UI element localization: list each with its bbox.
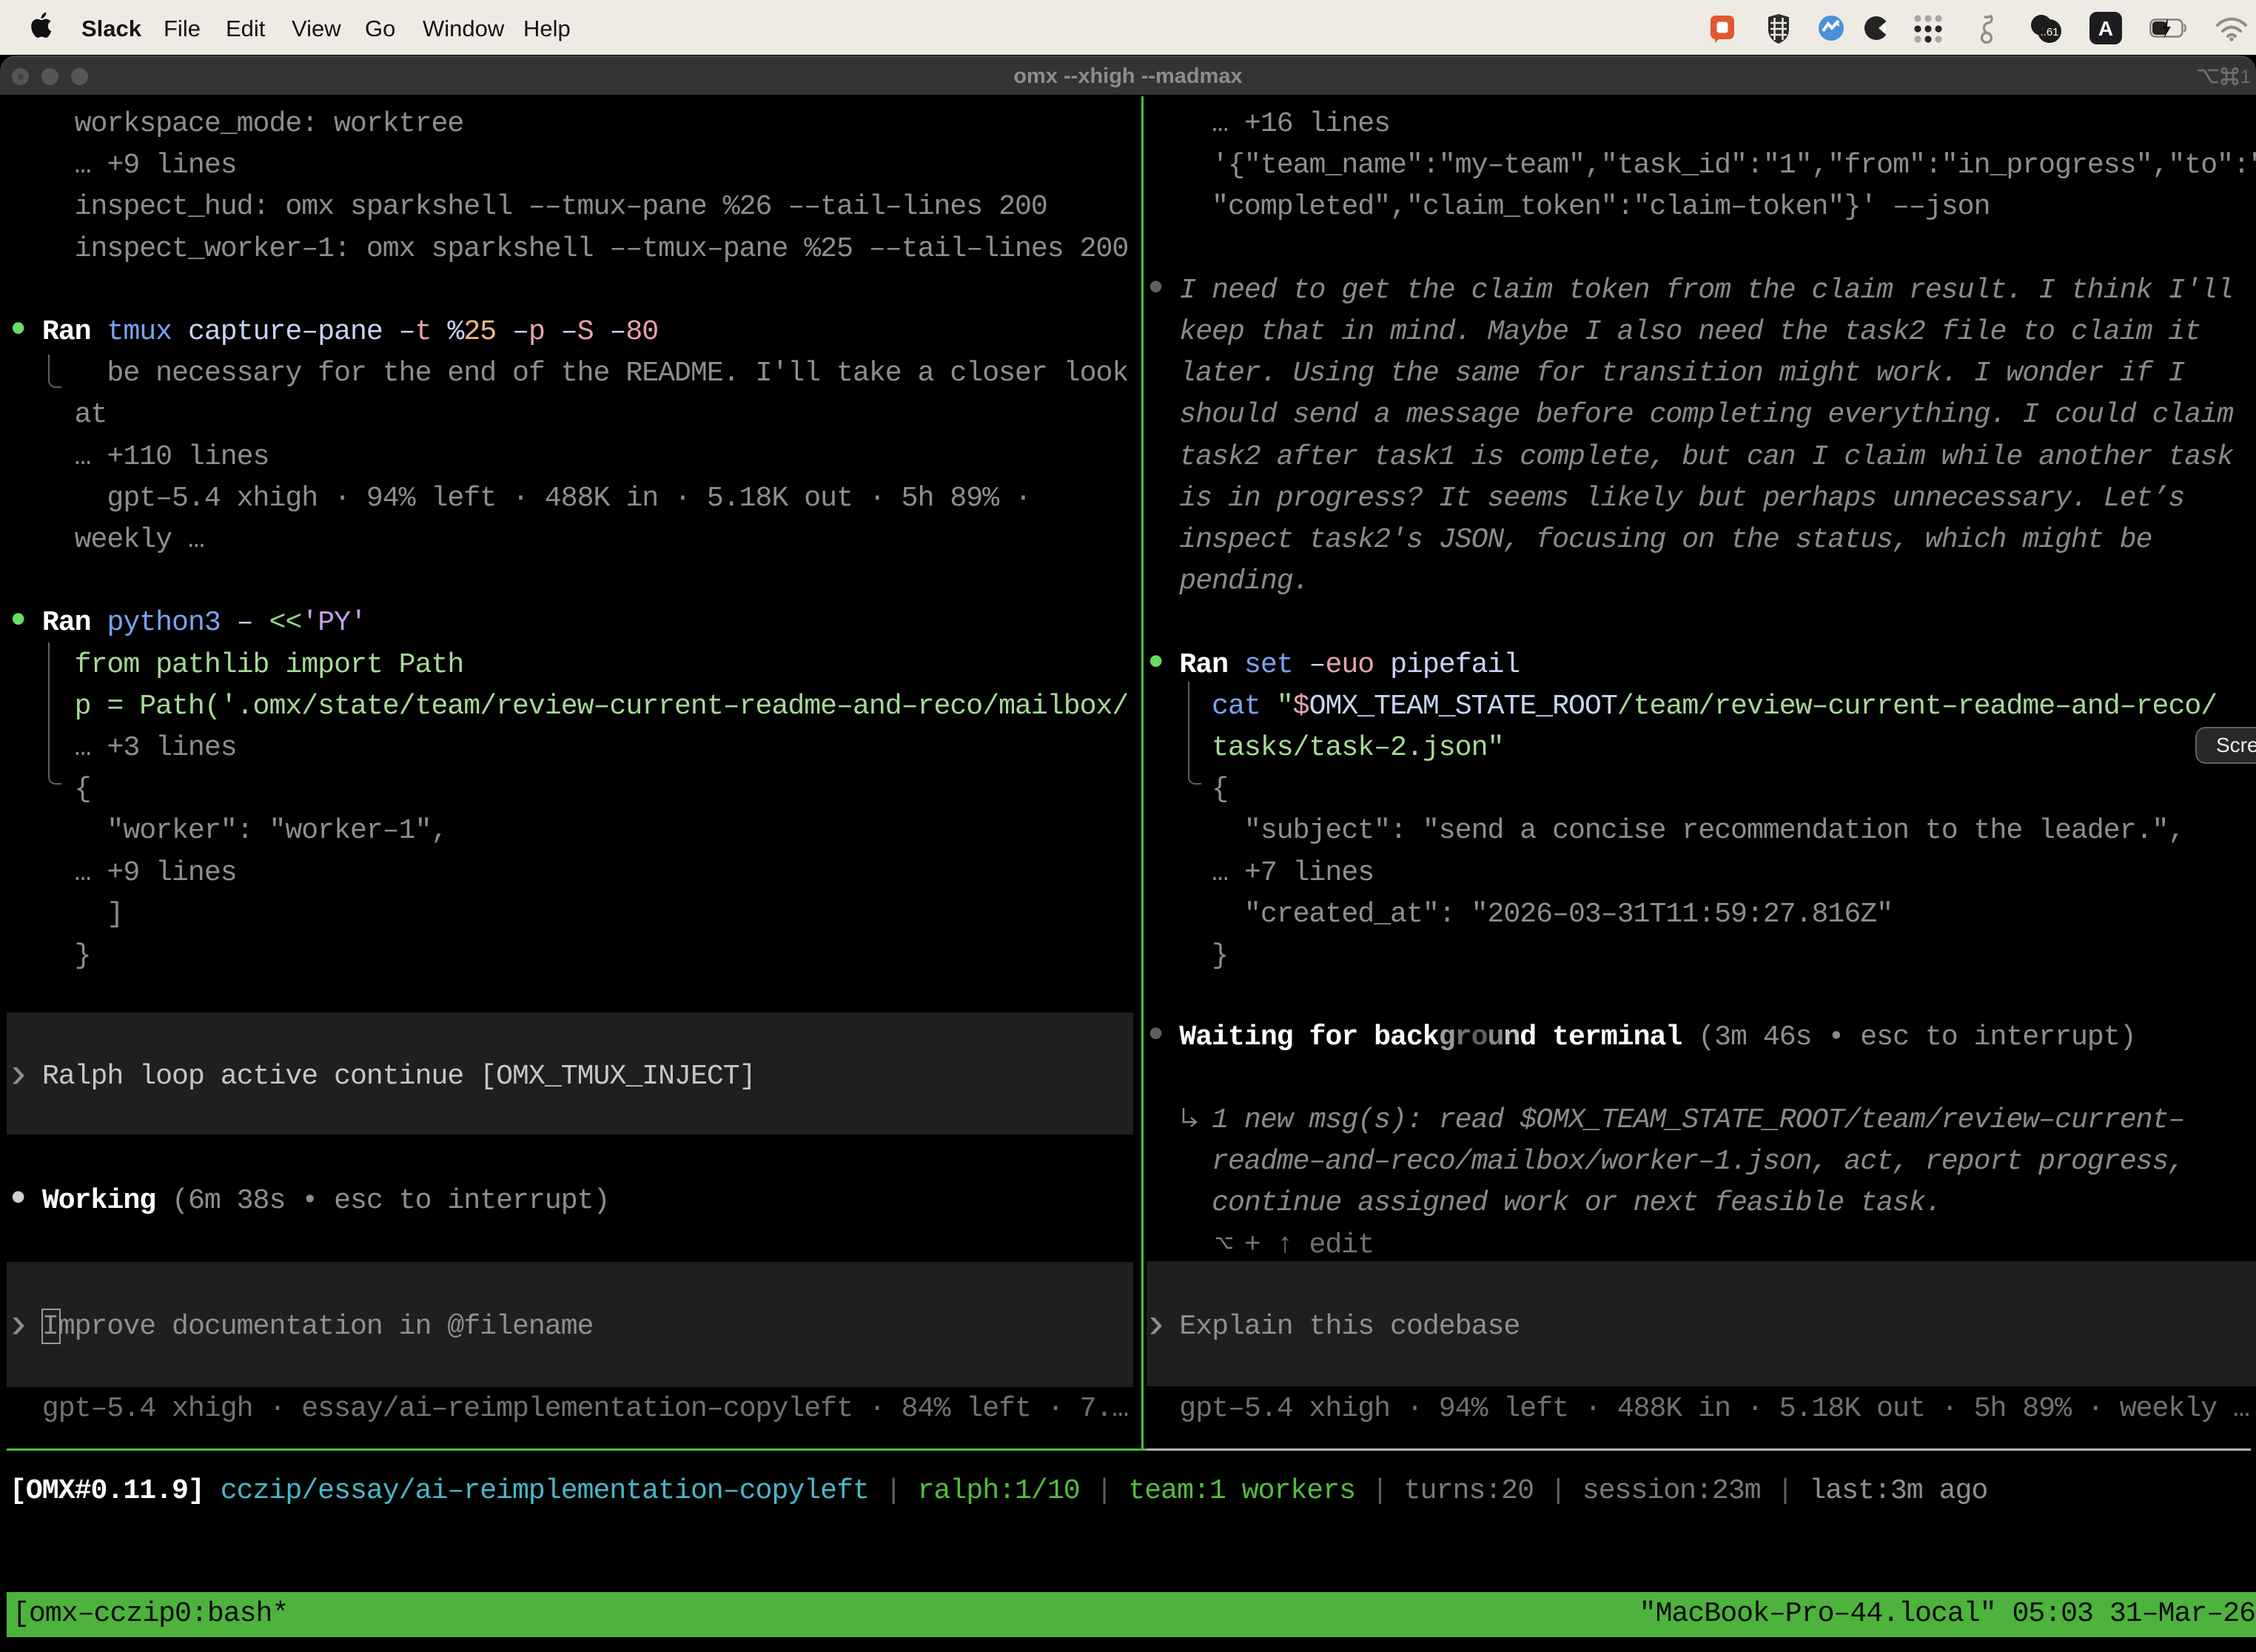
svg-text:A: A [2098, 17, 2113, 40]
svg-text:1: 1 [2240, 67, 2251, 86]
svg-text:..61: ..61 [2040, 26, 2058, 38]
